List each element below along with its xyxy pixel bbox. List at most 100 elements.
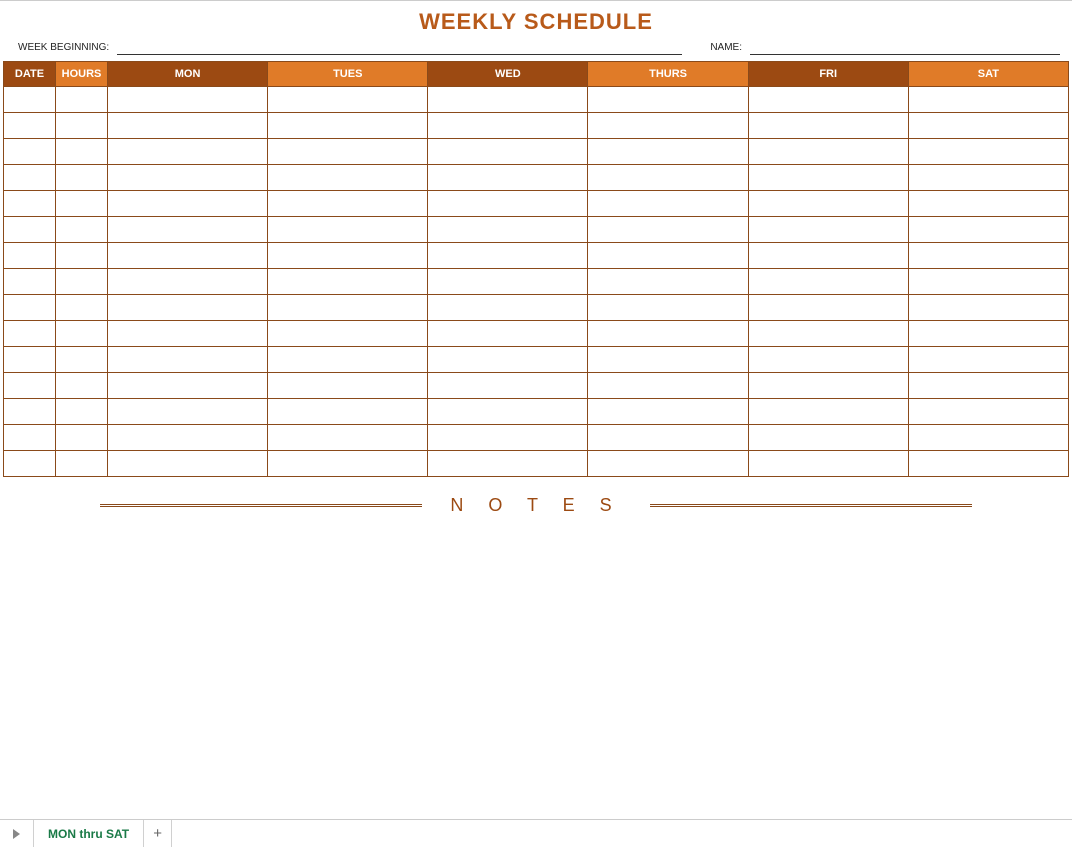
table-cell[interactable] (108, 399, 268, 425)
table-cell[interactable] (748, 165, 908, 191)
table-cell[interactable] (588, 269, 748, 295)
table-cell[interactable] (108, 87, 268, 113)
table-cell[interactable] (748, 217, 908, 243)
table-cell[interactable] (428, 243, 588, 269)
table-cell[interactable] (4, 87, 56, 113)
table-cell[interactable] (428, 113, 588, 139)
table-cell[interactable] (908, 295, 1068, 321)
table-cell[interactable] (428, 191, 588, 217)
table-cell[interactable] (908, 217, 1068, 243)
table-cell[interactable] (4, 295, 56, 321)
table-cell[interactable] (268, 451, 428, 477)
table-cell[interactable] (108, 165, 268, 191)
table-cell[interactable] (56, 347, 108, 373)
table-cell[interactable] (56, 399, 108, 425)
sheet-nav-next[interactable] (0, 820, 34, 847)
table-cell[interactable] (748, 87, 908, 113)
table-cell[interactable] (588, 321, 748, 347)
table-cell[interactable] (588, 113, 748, 139)
table-cell[interactable] (588, 165, 748, 191)
table-cell[interactable] (588, 295, 748, 321)
table-cell[interactable] (56, 87, 108, 113)
table-cell[interactable] (588, 139, 748, 165)
table-cell[interactable] (108, 217, 268, 243)
table-cell[interactable] (4, 243, 56, 269)
table-cell[interactable] (108, 321, 268, 347)
table-cell[interactable] (56, 217, 108, 243)
table-cell[interactable] (428, 295, 588, 321)
table-cell[interactable] (268, 425, 428, 451)
table-cell[interactable] (428, 321, 588, 347)
add-sheet-button[interactable]: + (144, 820, 172, 847)
table-cell[interactable] (268, 399, 428, 425)
table-cell[interactable] (428, 269, 588, 295)
table-cell[interactable] (268, 113, 428, 139)
table-cell[interactable] (4, 191, 56, 217)
table-cell[interactable] (56, 113, 108, 139)
table-cell[interactable] (588, 87, 748, 113)
table-cell[interactable] (588, 243, 748, 269)
table-cell[interactable] (908, 191, 1068, 217)
table-cell[interactable] (4, 451, 56, 477)
table-cell[interactable] (748, 399, 908, 425)
table-cell[interactable] (428, 139, 588, 165)
table-cell[interactable] (268, 295, 428, 321)
table-cell[interactable] (748, 139, 908, 165)
table-cell[interactable] (588, 425, 748, 451)
table-cell[interactable] (908, 139, 1068, 165)
table-cell[interactable] (4, 113, 56, 139)
table-cell[interactable] (108, 373, 268, 399)
table-cell[interactable] (4, 139, 56, 165)
table-cell[interactable] (108, 269, 268, 295)
table-cell[interactable] (56, 373, 108, 399)
table-cell[interactable] (588, 191, 748, 217)
table-cell[interactable] (428, 87, 588, 113)
table-cell[interactable] (428, 451, 588, 477)
table-cell[interactable] (908, 451, 1068, 477)
table-cell[interactable] (268, 321, 428, 347)
table-cell[interactable] (56, 191, 108, 217)
table-cell[interactable] (56, 451, 108, 477)
table-cell[interactable] (268, 139, 428, 165)
table-cell[interactable] (268, 165, 428, 191)
table-cell[interactable] (908, 243, 1068, 269)
table-cell[interactable] (56, 139, 108, 165)
table-cell[interactable] (908, 373, 1068, 399)
table-cell[interactable] (56, 321, 108, 347)
table-cell[interactable] (588, 373, 748, 399)
table-cell[interactable] (268, 87, 428, 113)
table-cell[interactable] (108, 139, 268, 165)
table-cell[interactable] (108, 295, 268, 321)
sheet-tab-active[interactable]: MON thru SAT (34, 820, 144, 847)
table-cell[interactable] (108, 243, 268, 269)
table-cell[interactable] (56, 425, 108, 451)
name-input-line[interactable] (750, 41, 1060, 55)
table-cell[interactable] (908, 87, 1068, 113)
table-cell[interactable] (428, 217, 588, 243)
table-cell[interactable] (588, 347, 748, 373)
table-cell[interactable] (268, 191, 428, 217)
table-cell[interactable] (748, 373, 908, 399)
table-cell[interactable] (428, 373, 588, 399)
table-cell[interactable] (428, 425, 588, 451)
table-cell[interactable] (268, 243, 428, 269)
table-cell[interactable] (748, 243, 908, 269)
table-cell[interactable] (748, 321, 908, 347)
table-cell[interactable] (108, 425, 268, 451)
table-cell[interactable] (748, 191, 908, 217)
table-cell[interactable] (56, 165, 108, 191)
table-cell[interactable] (588, 451, 748, 477)
table-cell[interactable] (56, 269, 108, 295)
table-cell[interactable] (268, 347, 428, 373)
table-cell[interactable] (908, 425, 1068, 451)
table-cell[interactable] (268, 269, 428, 295)
table-cell[interactable] (108, 113, 268, 139)
table-cell[interactable] (4, 321, 56, 347)
table-cell[interactable] (748, 295, 908, 321)
table-cell[interactable] (908, 113, 1068, 139)
week-beginning-input-line[interactable] (117, 41, 682, 55)
table-cell[interactable] (748, 347, 908, 373)
table-cell[interactable] (748, 269, 908, 295)
table-cell[interactable] (908, 269, 1068, 295)
table-cell[interactable] (268, 217, 428, 243)
